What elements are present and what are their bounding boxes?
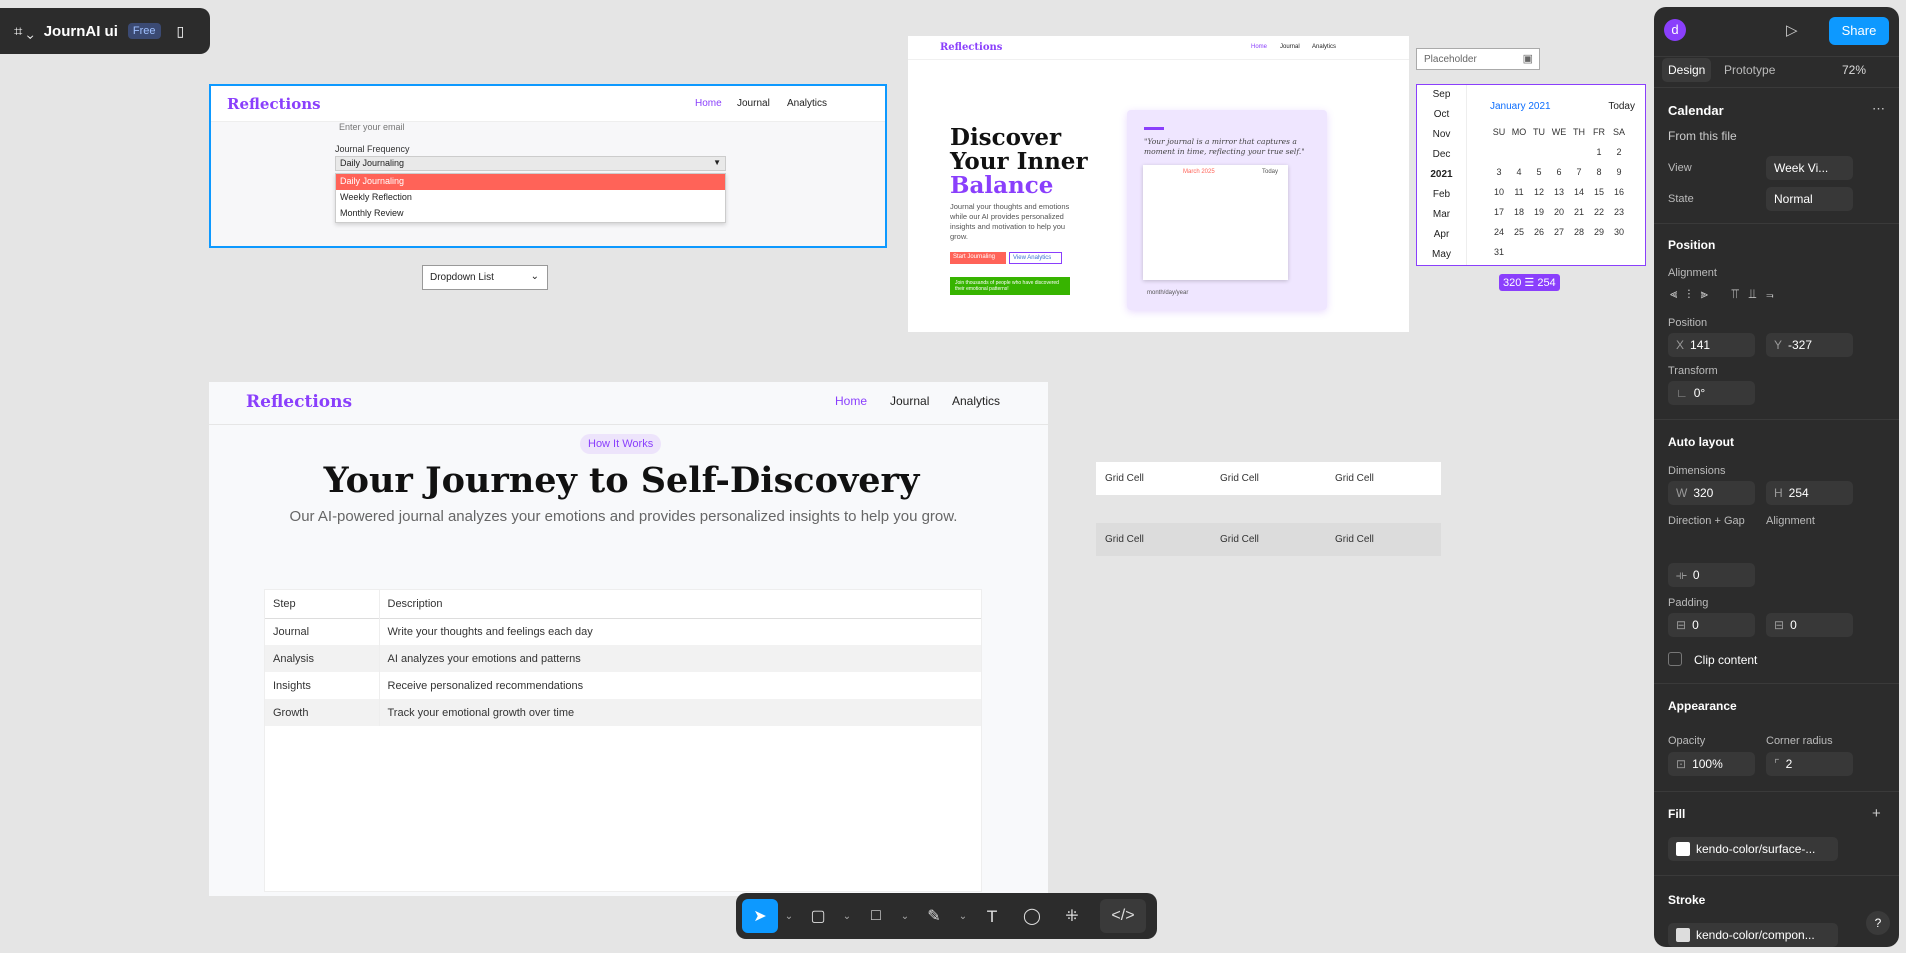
resources-tool-icon[interactable]: ⁜ [1054,899,1090,933]
tool-bar: ➤ ⌄ ▢ ⌄ □ ⌄ ✎ ⌄ T ◯ ⁜ </> [736,893,1157,939]
steps-table: Step Description Journal Write your though… [264,589,982,892]
state-select[interactable]: Normal [1766,187,1853,211]
view-select[interactable]: Week Vi... [1766,156,1853,180]
page-title: Your Journey to Self-Discovery [323,460,920,501]
align-icons[interactable]: ⫷⫶⫸ ⫪⫫⫬ [1670,286,1784,302]
opacity-field[interactable]: ⊡ 100% [1668,752,1755,776]
table-row: Growth Track your emotional growth over t… [265,699,981,726]
email-field[interactable]: Enter your email [339,122,405,132]
dropdown-options: Daily Journaling Weekly Reflection Month… [335,173,726,223]
tab-design[interactable]: Design [1662,58,1712,82]
gap-field[interactable]: ⟛ 0 [1668,563,1755,587]
select-value: Daily Journaling [340,158,405,168]
file-menu[interactable]: ⌗ ⌄ JournAI ui Free ▯ [0,8,210,54]
nav-journal[interactable]: Journal [737,98,770,109]
table-row: Analysis AI analyzes your emotions and pa… [265,645,981,672]
plan-badge: Free [127,23,161,39]
padding-v-field[interactable]: ⊟ 0 [1766,613,1853,637]
grid-row[interactable]: Grid Cell Grid Cell Grid Cell [1096,462,1441,495]
option-weekly[interactable]: Weekly Reflection [336,190,725,206]
dropdown-list-label: Dropdown List [430,272,494,283]
from-file-label[interactable]: From this file [1668,129,1737,143]
calendar-component[interactable]: Sep Oct Nov Dec 2021 Feb Mar Apr May Jan… [1416,84,1646,266]
play-icon[interactable]: ▷ [1786,21,1798,39]
calendar-icon[interactable]: ▣ [1523,52,1533,65]
rectangle-tool-icon[interactable]: □ [858,899,894,933]
frame-hero[interactable]: Reflections Home Journal Analytics Disco… [908,36,1409,332]
clip-checkbox[interactable] [1668,652,1682,666]
help-icon[interactable]: ? [1866,911,1890,935]
table-header: Step Description [265,590,981,618]
dev-mode-icon[interactable]: </> [1100,899,1146,933]
date-input[interactable]: month/day/year [1147,290,1188,296]
nav-analytics[interactable]: Analytics [952,394,1000,408]
table-row: Insights Receive personalized recommendat… [265,672,981,699]
fill-swatch[interactable]: kendo-color/surface-... [1668,837,1838,861]
option-monthly[interactable]: Monthly Review [336,206,725,222]
grid-row[interactable]: Grid Cell Grid Cell Grid Cell [1096,523,1441,556]
avatar[interactable]: d [1664,19,1686,41]
stroke-swatch[interactable]: kendo-color/compon... [1668,923,1838,947]
month-list: Sep Oct Nov Dec 2021 Feb Mar Apr May [1417,85,1467,265]
chevron-down-icon: ▼ [713,158,721,167]
size-badge: 320 ☰ 254 [1499,274,1560,291]
dropdown-list[interactable]: Dropdown List ⌄ [422,265,548,290]
file-name[interactable]: JournAI ui [44,23,118,40]
frame-dropdown-demo[interactable]: Reflections Home Journal Analytics Enter… [209,84,887,248]
hero-heading: Discover Your Inner Balance [950,124,1088,199]
frame-tool-icon[interactable]: ▢ [800,899,836,933]
sidebar-toggle-icon[interactable]: ▯ [177,23,185,40]
x-field[interactable]: X 141 [1668,333,1755,357]
brand-logo: Reflections [227,95,321,113]
width-field[interactable]: W 320 [1668,481,1755,505]
nav-home[interactable]: Home [1251,44,1267,50]
quote-card: "Your journal is a mirror that captures … [1127,110,1327,310]
view-analytics-button[interactable]: View Analytics [1009,252,1062,264]
properties-panel: d ▷ Share Design Prototype 72% Calendar … [1654,7,1899,947]
frequency-label: Journal Frequency [335,144,410,154]
rotation-field[interactable]: ∟ 0° [1668,381,1755,405]
y-field[interactable]: Y -327 [1766,333,1853,357]
date-input-placeholder[interactable]: Placeholder ▣ [1416,48,1540,70]
calendar-grid: SU MO TU WE TH FR SA 12 3456789 10 11 12 13 14 15 16… [1492,127,1625,257]
calendar-title[interactable]: January 2021 [1490,101,1551,112]
nav-analytics[interactable]: Analytics [1312,44,1336,50]
nav-home[interactable]: Home [695,98,722,109]
text-tool-icon[interactable]: T [974,899,1010,933]
figma-menu-icon[interactable]: ⌗ ⌄ [14,23,34,40]
zoom-level[interactable]: 72% [1842,63,1866,77]
frequency-select[interactable]: Daily Journaling ▼ [335,156,726,171]
brand-logo: Reflections [940,42,1003,53]
height-field[interactable]: H 254 [1766,481,1853,505]
option-daily[interactable]: Daily Journaling [336,174,725,190]
nav-analytics[interactable]: Analytics [787,98,827,109]
nav-journal[interactable]: Journal [890,394,929,408]
section-pill: How It Works [580,434,662,454]
tab-prototype[interactable]: Prototype [1724,63,1775,77]
table-row: Journal Write your thoughts and feelings … [265,618,981,645]
component-name[interactable]: Calendar [1668,103,1724,118]
padding-h-field[interactable]: ⊟ 0 [1668,613,1755,637]
hero-body: Journal your thoughts and emotions while… [950,202,1070,241]
nav-home[interactable]: Home [835,394,867,408]
brand-logo: Reflections [246,392,353,412]
radius-field[interactable]: ⌜ 2 [1766,752,1853,776]
success-toast: Join thousands of people who have discov… [950,277,1070,295]
mini-calendar: March 2025 Today [1143,165,1288,280]
frame-how-it-works[interactable]: Reflections Home Journal Analytics How I… [209,382,1048,896]
chevron-down-icon: ⌄ [530,271,539,282]
page-subtitle: Our AI-powered journal analyzes your emo… [289,508,958,525]
nav-journal[interactable]: Journal [1280,44,1300,50]
move-tool-icon[interactable]: ➤ [742,899,778,933]
share-button[interactable]: Share [1829,17,1889,45]
quote-text: "Your journal is a mirror that captures … [1144,137,1305,156]
more-icon[interactable]: ⋯ [1872,101,1885,117]
comment-tool-icon[interactable]: ◯ [1014,899,1050,933]
start-journaling-button[interactable]: Start Journaling [950,252,1006,264]
add-fill-icon[interactable]: + [1872,805,1881,822]
pen-tool-icon[interactable]: ✎ [916,899,952,933]
today-button[interactable]: Today [1608,101,1635,112]
